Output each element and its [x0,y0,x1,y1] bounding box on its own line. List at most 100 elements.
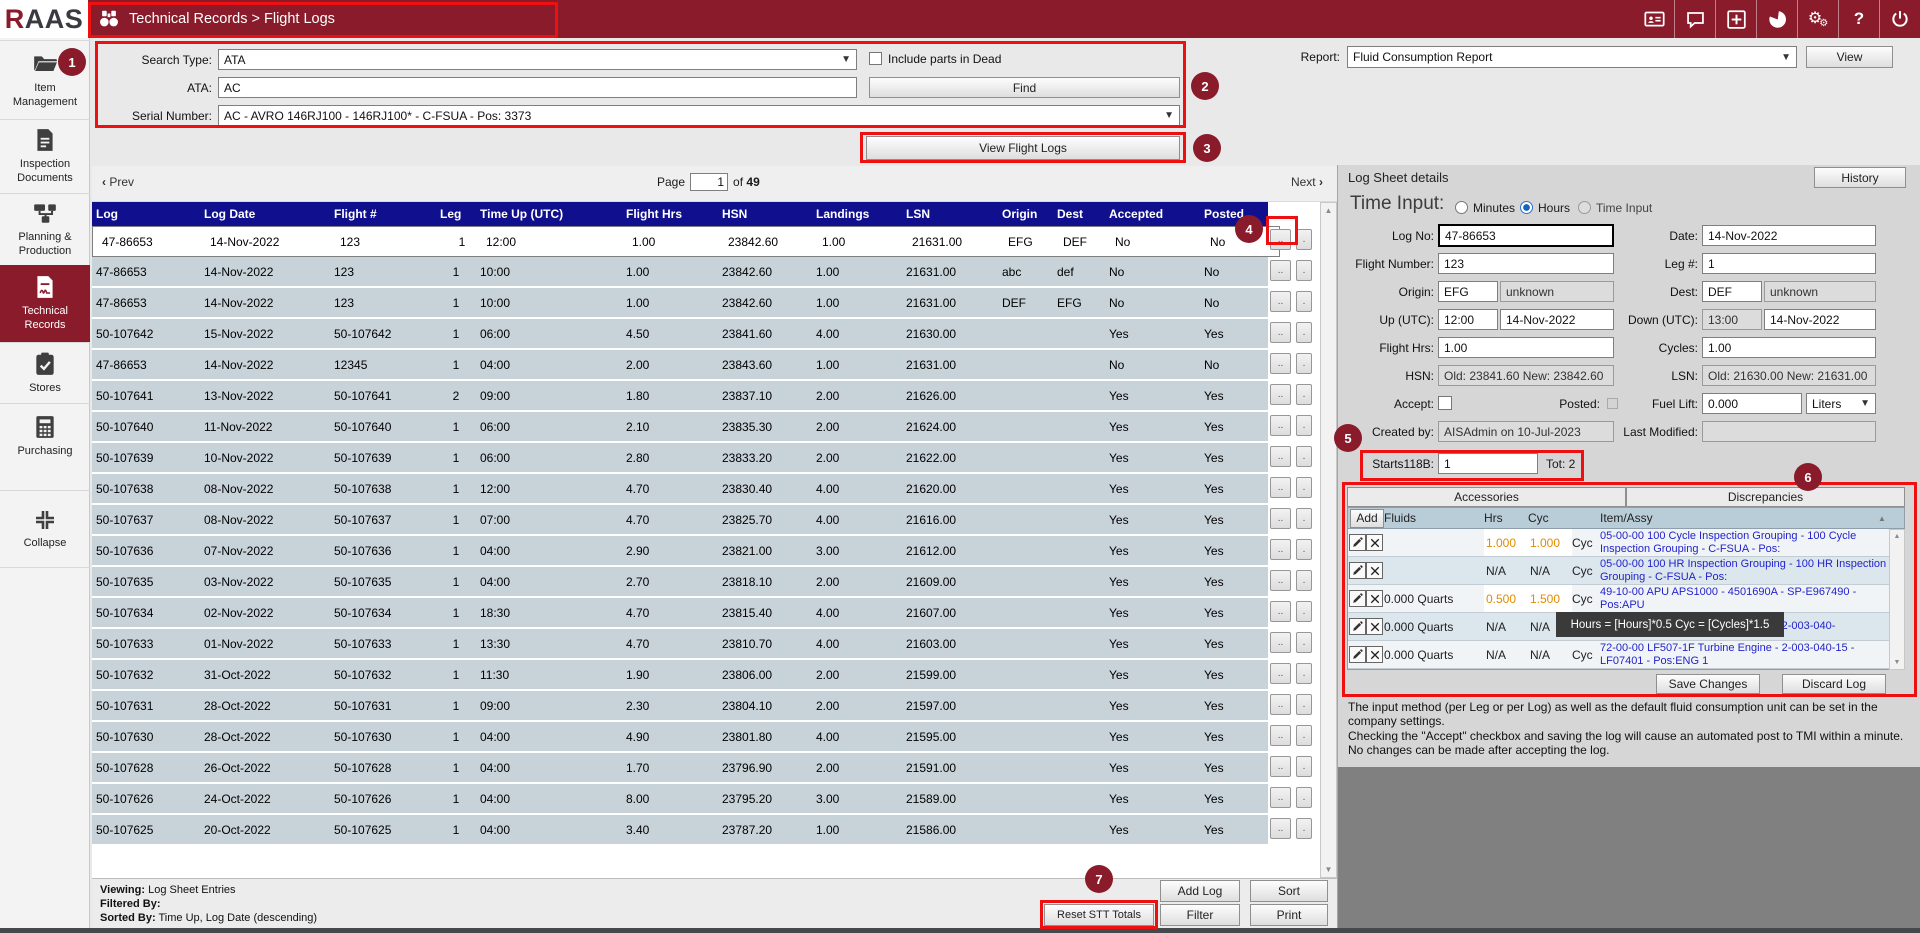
history-button[interactable]: History [1814,167,1906,188]
sidebar-item-inspection-documents[interactable]: Inspection Documents [0,119,90,193]
delete-accessory-icon[interactable] [1366,562,1383,579]
row-action-button[interactable]: . [1296,415,1312,436]
table-row[interactable]: 47-8665314-Nov-2022123110:001.0023842.60… [92,288,1337,317]
row-details-button[interactable]: .. [1270,818,1291,839]
table-row[interactable]: 50-10762624-Oct-202250-107626104:008.002… [92,784,1337,813]
search-type-select[interactable]: ATA▼ [218,49,857,70]
fuel-unit-select[interactable]: Liters▼ [1806,393,1876,414]
row-action-button[interactable]: . [1296,508,1312,529]
row-action-button[interactable]: . [1296,353,1312,374]
find-button[interactable]: Find [869,77,1180,98]
accessory-item-link[interactable]: 49-10-00 APU APS1000 - 4501690A - SP-E96… [1600,586,1890,612]
row-details-button[interactable]: .. [1270,415,1291,436]
up-time-input[interactable]: 12:00 [1438,309,1498,330]
table-row[interactable]: 50-10763607-Nov-202250-107636104:002.902… [92,536,1337,565]
dest-input[interactable]: DEF [1702,281,1762,302]
row-details-button[interactable]: .. [1270,446,1291,467]
table-row[interactable]: 50-10762826-Oct-202250-107628104:001.702… [92,753,1337,782]
row-action-button[interactable]: . [1296,818,1312,839]
row-details-button[interactable]: .. [1270,601,1291,622]
print-button[interactable]: Print [1250,904,1328,926]
radio-hours[interactable] [1520,201,1533,214]
table-row[interactable]: 50-10763128-Oct-202250-107631109:002.302… [92,691,1337,720]
edit-accessory-icon[interactable] [1349,618,1366,635]
radio-time-input[interactable] [1578,201,1591,214]
accessory-hrs[interactable]: 0.500 [1484,585,1528,612]
starts118b-input[interactable]: 1 [1438,453,1538,474]
row-details-button[interactable]: .. [1270,539,1291,560]
accessory-item-link[interactable]: 72-00-00 LF507-1F Turbine Engine - 2-003… [1600,642,1890,668]
row-details-button[interactable]: .. [1270,787,1291,808]
sidebar-item-stores[interactable]: Stores [0,342,90,403]
row-action-button[interactable]: . [1296,756,1312,777]
table-row[interactable]: 50-10763301-Nov-202250-107633113:304.702… [92,629,1337,658]
filter-button[interactable]: Filter [1160,904,1240,926]
sidebar-item-planning-production[interactable]: Planning & Production [0,193,90,265]
fuel-lift-input[interactable]: 0.000 [1702,393,1802,414]
delete-accessory-icon[interactable] [1366,590,1383,607]
chat-icon[interactable] [1674,0,1715,38]
row-details-button[interactable]: .. [1270,508,1291,529]
row-details-button[interactable]: .. [1270,322,1291,343]
row-action-button[interactable]: . [1296,291,1312,312]
add-icon[interactable] [1715,0,1756,38]
view-flight-logs-button[interactable]: View Flight Logs [866,136,1180,160]
help-icon[interactable]: ? [1838,0,1879,38]
row-details-button[interactable]: .. [1270,694,1291,715]
tab-accessories[interactable]: Accessories [1347,487,1626,507]
flight-number-input[interactable]: 123 [1438,253,1614,274]
contact-card-icon[interactable] [1634,0,1674,38]
table-row[interactable]: 47-8665314-Nov-202212345104:002.0023843.… [92,350,1337,379]
row-details-button[interactable]: .. [1270,756,1291,777]
report-select[interactable]: Fluid Consumption Report▼ [1347,46,1797,68]
scroll-up-icon[interactable]: ▲ [1325,206,1333,215]
table-row[interactable]: 50-10763231-Oct-202250-107632111:301.902… [92,660,1337,689]
save-changes-button[interactable]: Save Changes [1656,674,1760,694]
edit-accessory-icon[interactable] [1349,534,1366,551]
accessory-cyc[interactable]: 1.500 [1528,585,1572,612]
accessories-scrollbar[interactable]: ▲▼ [1889,529,1905,670]
cycles-input[interactable]: 1.00 [1702,337,1876,358]
ata-input[interactable]: AC [218,77,857,98]
row-action-button[interactable]: . [1296,446,1312,467]
table-row[interactable]: 50-10763503-Nov-202250-107635104:002.702… [92,567,1337,596]
power-icon[interactable] [1879,0,1920,38]
discard-log-button[interactable]: Discard Log [1782,674,1886,694]
delete-accessory-icon[interactable] [1366,618,1383,635]
accessory-hrs[interactable]: 1.000 [1484,529,1528,556]
add-log-button[interactable]: Add Log [1160,880,1240,902]
sort-button[interactable]: Sort [1250,880,1328,902]
report-view-button[interactable]: View [1806,46,1893,68]
leg-input[interactable]: 1 [1702,253,1876,274]
row-action-button[interactable]: . [1296,663,1312,684]
accessory-item-link[interactable]: 05-00-00 100 HR Inspection Grouping - 10… [1600,558,1890,584]
delete-accessory-icon[interactable] [1366,534,1383,551]
next-page-button[interactable]: Next › [1291,175,1323,189]
table-row[interactable]: 50-10764215-Nov-202250-107642106:004.502… [92,319,1337,348]
sidebar-item-technical-records[interactable]: Technical Records [0,265,90,342]
down-date-input[interactable]: 14-Nov-2022 [1764,309,1876,330]
table-row[interactable]: 47-8665314-Nov-2022123110:001.0023842.60… [92,257,1337,286]
accessory-cyc[interactable]: 1.000 [1528,529,1572,556]
table-scrollbar[interactable]: ▲▼ [1320,202,1337,878]
row-details-button[interactable]: .. [1270,632,1291,653]
radio-minutes[interactable] [1455,201,1468,214]
row-action-button[interactable]: . [1296,477,1312,498]
scroll-up-icon[interactable]: ▲ [1894,533,1901,540]
table-row[interactable]: 50-10764113-Nov-202250-107641209:001.802… [92,381,1337,410]
scroll-down-icon[interactable]: ▼ [1325,865,1333,874]
row-action-button[interactable]: . [1296,725,1312,746]
flight-hrs-input[interactable]: 1.00 [1438,337,1614,358]
serial-number-select[interactable]: AC - AVRO 146RJ100 - 146RJ100* - C-FSUA … [218,105,1180,126]
table-row[interactable]: 50-10764011-Nov-202250-107640106:002.102… [92,412,1337,441]
date-input[interactable]: 14-Nov-2022 [1702,225,1876,246]
row-action-button[interactable]: . [1296,632,1312,653]
delete-accessory-icon[interactable] [1366,646,1383,663]
table-row[interactable]: 50-10762520-Oct-202250-107625104:003.402… [92,815,1337,844]
settings-icon[interactable]: ⚙⚙ [1797,0,1838,38]
table-row[interactable]: 50-10763402-Nov-202250-107634118:304.702… [92,598,1337,627]
accessory-item-link[interactable]: 05-00-00 100 Cycle Inspection Grouping -… [1600,530,1890,556]
edit-accessory-icon[interactable] [1349,590,1366,607]
row-action-button[interactable]: . [1296,570,1312,591]
row-details-button[interactable]: .. [1270,229,1291,250]
